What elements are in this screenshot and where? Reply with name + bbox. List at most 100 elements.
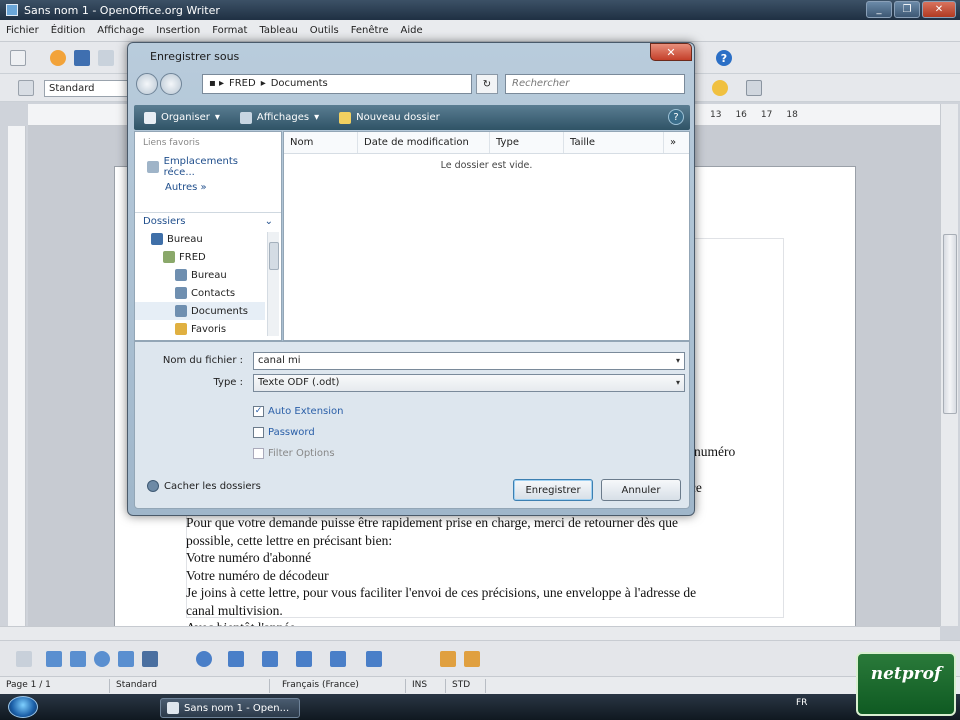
file-type-select[interactable]: Texte ODF (.odt) ▾	[253, 374, 685, 392]
menu-tableau[interactable]: Tableau	[259, 25, 297, 36]
forward-arrow-icon[interactable]	[160, 73, 182, 95]
favorite-more[interactable]: Autres »	[135, 180, 281, 195]
tree-item-fred[interactable]: FRED	[135, 248, 265, 266]
checkbox-icon[interactable]	[253, 427, 264, 438]
new-folder-label: Nouveau dossier	[356, 112, 440, 123]
organize-button[interactable]: Organiser ▾	[144, 111, 220, 124]
vertical-scrollbar[interactable]	[940, 104, 958, 626]
column-name[interactable]: Nom	[284, 132, 358, 153]
folder-icon	[175, 287, 187, 299]
tree-item-favorites[interactable]: Favoris	[135, 320, 265, 338]
start-button-icon[interactable]	[8, 696, 38, 718]
back-arrow-icon[interactable]	[136, 73, 158, 95]
drawing-toolbar	[0, 640, 960, 676]
column-type[interactable]: Type	[490, 132, 564, 153]
ellipse-icon[interactable]	[94, 651, 110, 667]
windows-taskbar	[0, 694, 960, 720]
breadcrumb-fred[interactable]: FRED	[229, 78, 256, 90]
status-insert-mode: INS	[406, 678, 446, 693]
favorite-recent-places[interactable]: Emplacements réce...	[135, 154, 281, 180]
chevron-down-icon[interactable]: ▾	[676, 356, 680, 365]
document-text[interactable]: Pour que votre demande puisse être rapid…	[186, 514, 786, 637]
horizontal-scrollbar[interactable]	[0, 626, 940, 640]
fontwork-icon[interactable]	[464, 651, 480, 667]
menu-insertion[interactable]: Insertion	[156, 25, 200, 36]
insert-image-icon[interactable]	[440, 651, 456, 667]
callouts-icon[interactable]	[330, 651, 346, 667]
filename-label: Nom du fichier :	[162, 355, 243, 366]
scroll-thumb[interactable]	[269, 242, 279, 270]
views-button[interactable]: Affichages ▾	[239, 111, 319, 124]
column-date[interactable]: Date de modification	[358, 132, 490, 153]
search-input[interactable]: Rechercher	[505, 74, 685, 94]
open-folder-icon[interactable]	[50, 50, 66, 66]
tree-scrollbar[interactable]	[267, 232, 279, 336]
close-button[interactable]: ✕	[922, 1, 956, 18]
breadcrumb-documents[interactable]: Documents	[271, 78, 328, 90]
stars-icon[interactable]	[366, 651, 382, 667]
basic-shapes-icon[interactable]	[196, 651, 212, 667]
chevron-down-icon[interactable]: ▾	[676, 378, 680, 387]
filename-input[interactable]: canal mi ▾	[253, 352, 685, 370]
status-language: Français (France)	[276, 678, 406, 693]
tree-item-desktop[interactable]: Bureau	[135, 230, 265, 248]
text-tool-icon[interactable]	[142, 651, 158, 667]
more-columns-icon[interactable]: »	[664, 132, 682, 153]
tree-item-contacts[interactable]: Contacts	[135, 284, 265, 302]
email-icon[interactable]	[98, 50, 114, 66]
checkbox-icon[interactable]	[253, 448, 264, 459]
status-page: Page 1 / 1	[0, 678, 110, 693]
text-line: possible, cette lettre en précisant bien…	[186, 532, 393, 548]
tree-item-documents[interactable]: Documents	[135, 302, 265, 320]
help-icon[interactable]: ?	[716, 50, 732, 66]
folders-header[interactable]: Dossiers ⌄	[135, 212, 281, 230]
cancel-button[interactable]: Annuler	[601, 479, 681, 501]
chevron-down-icon: ⌄	[264, 216, 273, 227]
line-icon[interactable]	[46, 651, 62, 667]
dialog-close-button[interactable]: ✕	[650, 43, 692, 61]
checkbox-checked-icon[interactable]: ✓	[253, 406, 264, 417]
ruler-label: 18	[786, 110, 798, 120]
paragraph-style-select[interactable]: Standard	[44, 80, 128, 97]
hide-folders-toggle[interactable]: Cacher les dossiers	[147, 480, 261, 492]
taskbar-writer-item[interactable]: Sans nom 1 - Open...	[160, 698, 300, 718]
styles-icon[interactable]	[18, 80, 34, 96]
chevron-up-icon	[147, 480, 159, 492]
freeform-icon[interactable]	[118, 651, 134, 667]
save-button[interactable]: Enregistrer	[513, 479, 593, 501]
dialog-help-icon[interactable]: ?	[668, 109, 684, 125]
minimize-button[interactable]: _	[866, 1, 892, 18]
rectangle-icon[interactable]	[70, 651, 86, 667]
menu-aide[interactable]: Aide	[401, 25, 423, 36]
select-arrow-icon[interactable]	[16, 651, 32, 667]
filter-options-option[interactable]: Filter Options	[253, 448, 335, 459]
text-line: Je joins à cette lettre, pour vous facil…	[186, 585, 697, 600]
new-folder-button[interactable]: Nouveau dossier	[339, 111, 440, 124]
highlight-icon[interactable]	[712, 80, 728, 96]
menu-fichier[interactable]: Fichier	[6, 25, 39, 36]
file-list[interactable]: Nom Date de modification Type Taille » L…	[283, 131, 690, 341]
maximize-button[interactable]: ❐	[894, 1, 920, 18]
scroll-thumb[interactable]	[943, 234, 957, 414]
auto-extension-option[interactable]: ✓ Auto Extension	[253, 406, 344, 417]
save-options-pane: Nom du fichier : canal mi ▾ Type : Texte…	[134, 341, 690, 509]
menu-outils[interactable]: Outils	[310, 25, 339, 36]
menu-affichage[interactable]: Affichage	[97, 25, 144, 36]
block-arrows-icon[interactable]	[262, 651, 278, 667]
refresh-icon[interactable]: ↻	[476, 74, 498, 94]
menu-edition[interactable]: Édition	[51, 25, 86, 36]
window-title: Sans nom 1 - OpenOffice.org Writer	[24, 3, 220, 17]
column-size[interactable]: Taille	[564, 132, 664, 153]
password-option[interactable]: Password	[253, 427, 315, 438]
tray-language[interactable]: FR	[796, 698, 807, 708]
tree-item-bureau[interactable]: Bureau	[135, 266, 265, 284]
netprof-logo: netprof	[856, 652, 956, 716]
address-bar[interactable]: ▪ ▸ FRED ▸ Documents	[202, 74, 472, 94]
menu-format[interactable]: Format	[212, 25, 247, 36]
flowchart-icon[interactable]	[296, 651, 312, 667]
menu-fenetre[interactable]: Fenêtre	[351, 25, 389, 36]
symbol-shapes-icon[interactable]	[228, 651, 244, 667]
background-color-icon[interactable]	[746, 80, 762, 96]
new-document-icon[interactable]	[10, 50, 26, 66]
save-icon[interactable]	[74, 50, 90, 66]
